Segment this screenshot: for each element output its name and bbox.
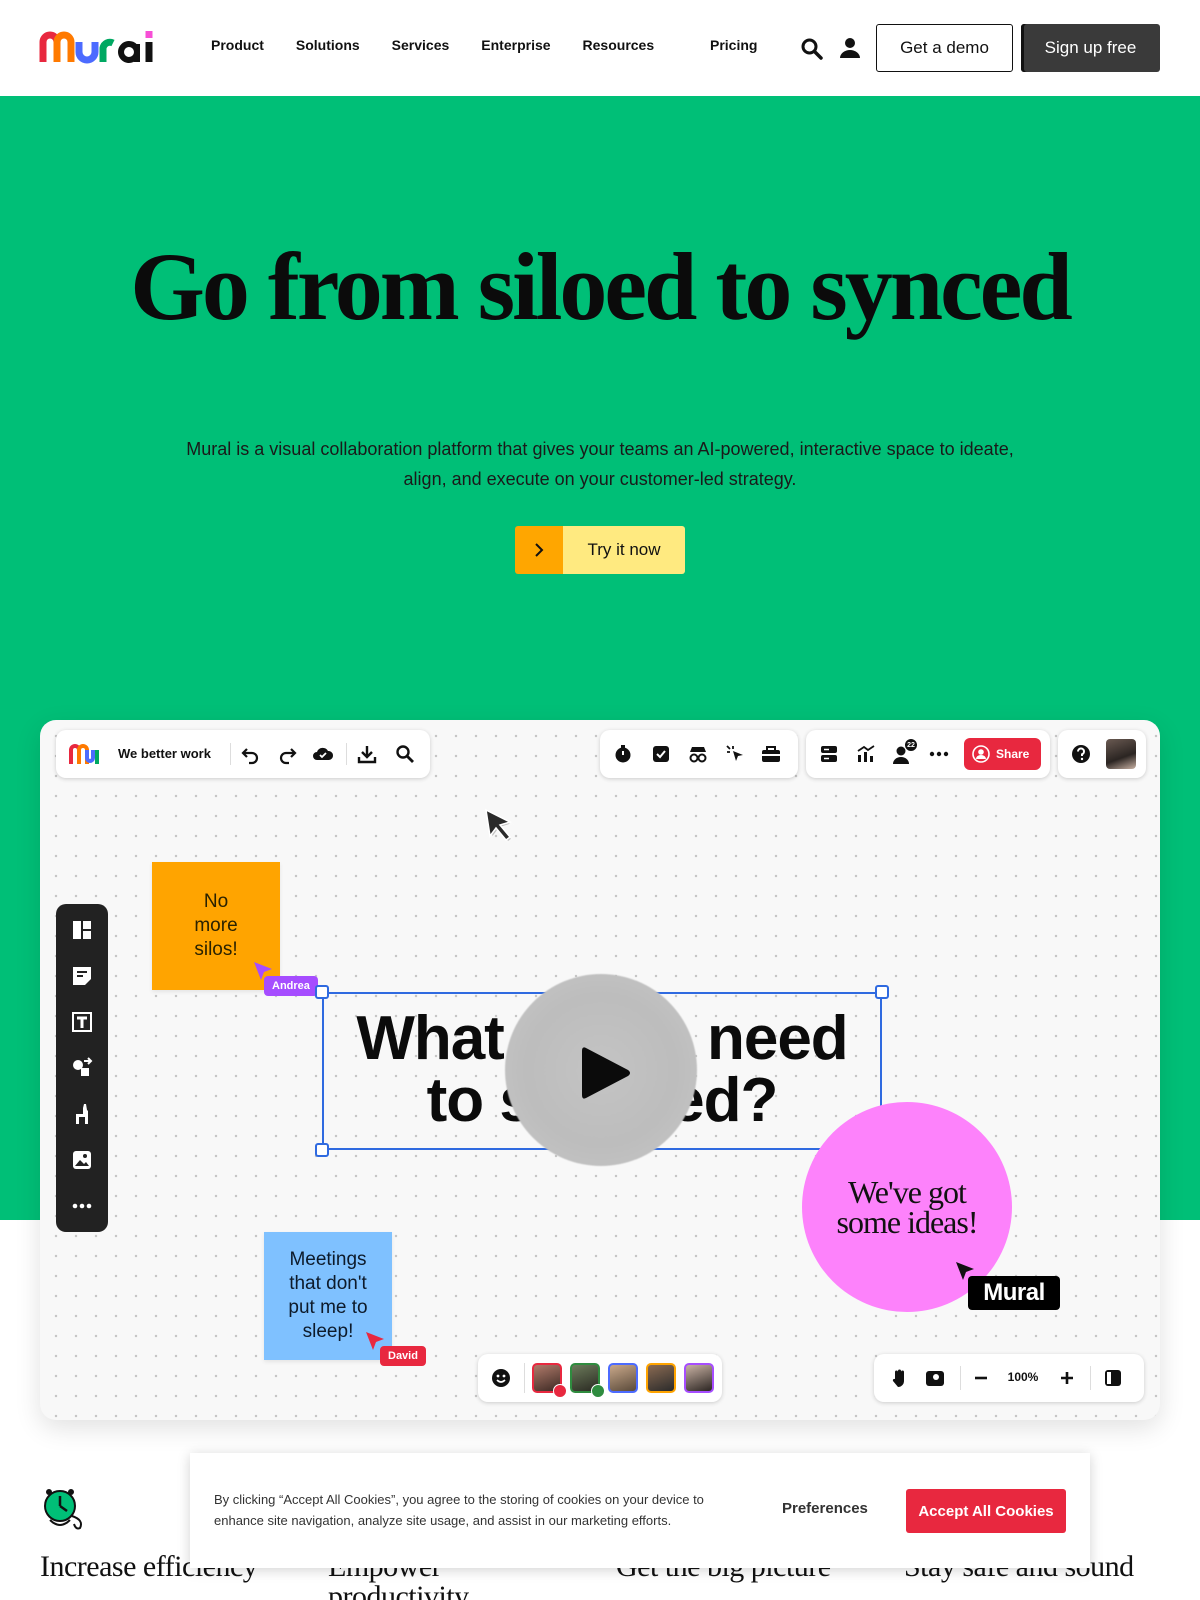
- nav-resources[interactable]: Resources: [583, 37, 655, 53]
- zoom-out-icon[interactable]: [970, 1367, 992, 1389]
- search-icon[interactable]: [394, 743, 416, 765]
- templates-icon[interactable]: [70, 918, 94, 942]
- user-icon[interactable]: [838, 36, 862, 60]
- ideas-circle-text: We've got some ideas!: [836, 1174, 979, 1240]
- efficiency-clock-icon: [44, 1489, 82, 1530]
- board-title[interactable]: We better work: [118, 746, 211, 761]
- divider: [230, 743, 231, 765]
- toolbox-icon[interactable]: [760, 743, 782, 765]
- search-icon[interactable]: [800, 37, 824, 61]
- cursor-label-david: David: [380, 1346, 426, 1366]
- help-icon[interactable]: [1070, 743, 1092, 765]
- map-icon[interactable]: [924, 1367, 946, 1389]
- resize-handle[interactable]: [875, 985, 889, 999]
- participant-count-badge: 22: [904, 738, 918, 752]
- mural-cursor-label: Mural: [968, 1276, 1060, 1310]
- signup-button[interactable]: Sign up free: [1021, 24, 1160, 72]
- hero-subtitle: Mural is a visual collaboration platform…: [186, 439, 1014, 489]
- more-icon[interactable]: [70, 1194, 94, 1218]
- hand-tool-icon[interactable]: [888, 1367, 910, 1389]
- mural-board-preview: We better work 22 Share No more silos! A…: [40, 720, 1160, 1420]
- sticky-note-text: Meetings that don't put me to sleep!: [288, 1249, 368, 1342]
- mural-logo[interactable]: [39, 28, 157, 68]
- nav-product[interactable]: Product: [211, 37, 264, 53]
- divider: [1090, 1366, 1091, 1390]
- resize-handle[interactable]: [315, 1143, 329, 1157]
- image-icon[interactable]: [70, 1148, 94, 1172]
- hero-title: Go from siloed to synced: [130, 233, 1073, 340]
- facilitation-toolbar: [600, 730, 798, 778]
- insights-icon[interactable]: [855, 743, 877, 765]
- collaboration-toolbar: 22 Share: [806, 730, 1050, 778]
- resize-handle[interactable]: [315, 985, 329, 999]
- facilitator-star-icon: [553, 1384, 567, 1398]
- cookie-preferences-button[interactable]: Preferences: [782, 1500, 868, 1517]
- outline-icon[interactable]: [818, 743, 840, 765]
- divider: [960, 1366, 961, 1390]
- nav-links: Product Solutions Services Enterprise Re…: [211, 37, 686, 53]
- help-toolbar: [1058, 730, 1146, 778]
- collaborator-avatar[interactable]: [684, 1363, 714, 1393]
- collaborator-avatar[interactable]: [608, 1363, 638, 1393]
- sticky-note-icon[interactable]: [70, 964, 94, 988]
- panel-toggle-icon[interactable]: [1102, 1367, 1124, 1389]
- try-it-now-label: Try it now: [563, 526, 685, 574]
- mural-mini-logo[interactable]: [68, 742, 100, 766]
- accept-all-cookies-button[interactable]: Accept All Cookies: [906, 1489, 1066, 1533]
- left-toolbar: [56, 904, 108, 1232]
- nav-enterprise[interactable]: Enterprise: [481, 37, 550, 53]
- llama-icon[interactable]: [70, 1102, 94, 1126]
- nav-pricing[interactable]: Pricing: [710, 37, 757, 53]
- download-icon[interactable]: [356, 743, 378, 765]
- add-user-icon: [972, 745, 990, 763]
- share-button[interactable]: Share: [964, 738, 1042, 770]
- checkbox-icon[interactable]: [650, 743, 672, 765]
- get-demo-button[interactable]: Get a demo: [876, 24, 1013, 72]
- cursor-arrow-icon: [485, 808, 515, 844]
- nav-solutions[interactable]: Solutions: [296, 37, 360, 53]
- shapes-connectors-icon[interactable]: [70, 1056, 94, 1080]
- chevron-right-icon: [515, 526, 563, 574]
- cookie-banner: By clicking “Accept All Cookies”, you ag…: [190, 1453, 1090, 1568]
- share-label: Share: [996, 747, 1030, 761]
- nav-services[interactable]: Services: [392, 37, 450, 53]
- timer-icon[interactable]: [612, 743, 634, 765]
- collaborator-avatar[interactable]: [646, 1363, 676, 1393]
- participant-count: 22: [907, 741, 915, 749]
- redo-icon[interactable]: [276, 743, 298, 765]
- reactions-bar: [478, 1354, 722, 1402]
- cursor-label-andrea: Andrea: [264, 976, 318, 996]
- emoji-icon[interactable]: [490, 1367, 512, 1389]
- more-icon[interactable]: [928, 743, 950, 765]
- facilitator-star-icon: [591, 1384, 605, 1398]
- zoom-in-icon[interactable]: [1056, 1367, 1078, 1389]
- divider: [346, 743, 347, 765]
- cookie-text: By clicking “Accept All Cookies”, you ag…: [214, 1492, 704, 1528]
- laser-pointer-icon[interactable]: [724, 743, 746, 765]
- top-navigation: Product Solutions Services Enterprise Re…: [0, 0, 1200, 96]
- sticky-note-text: No more silos!: [194, 891, 238, 960]
- play-icon[interactable]: [578, 1044, 634, 1102]
- text-icon[interactable]: [70, 1010, 94, 1034]
- zoom-level[interactable]: 100%: [998, 1370, 1048, 1384]
- undo-icon[interactable]: [240, 743, 262, 765]
- private-mode-icon[interactable]: [687, 743, 709, 765]
- board-title-toolbar: We better work: [56, 730, 430, 778]
- cloud-saved-icon[interactable]: [312, 743, 334, 765]
- current-user-avatar[interactable]: [1106, 739, 1136, 769]
- try-it-now-button[interactable]: Try it now: [515, 526, 685, 574]
- divider: [524, 1363, 525, 1393]
- zoom-controls: 100%: [874, 1354, 1144, 1402]
